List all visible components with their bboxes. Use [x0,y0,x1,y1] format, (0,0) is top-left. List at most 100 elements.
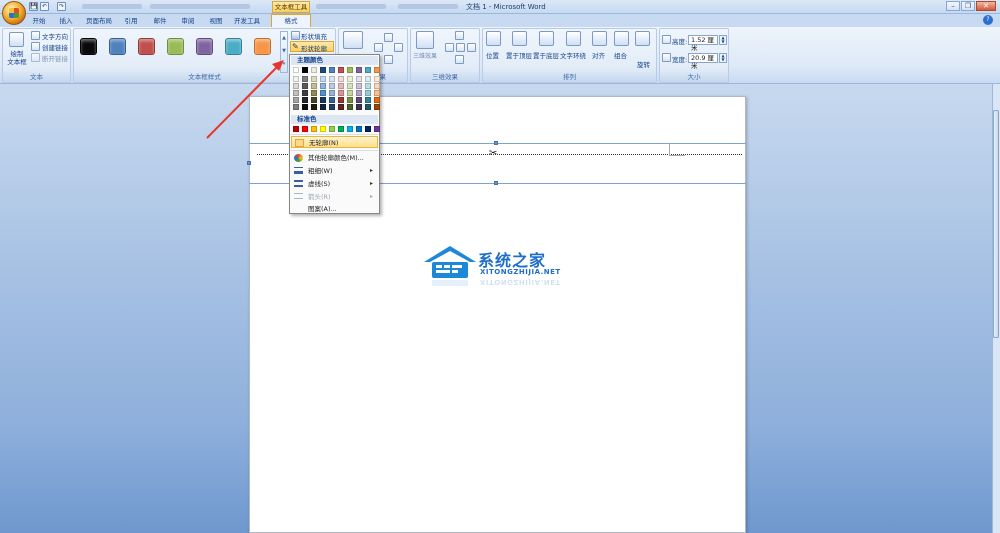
group-icon[interactable] [614,31,629,46]
theme-shade-cell[interactable] [338,83,344,89]
theme-color-cell[interactable] [374,67,380,73]
theme-shade-cell[interactable] [320,104,326,110]
theme-shade-cell[interactable] [320,90,326,96]
theme-shade-cell[interactable] [374,97,380,103]
3d-toggle-icon[interactable] [456,43,465,52]
theme-shade-cell[interactable] [320,97,326,103]
tab-view[interactable]: 视图 [205,15,227,27]
theme-shade-cell[interactable] [356,104,362,110]
theme-shade-cell[interactable] [365,76,371,82]
draw-textbox-icon[interactable] [9,32,24,47]
dashes-item[interactable]: 虚线(S) ▸ [291,178,378,190]
standard-color-cell[interactable] [320,126,326,132]
theme-shade-cell[interactable] [374,76,380,82]
theme-shade-cell[interactable] [293,104,299,110]
style-swatch[interactable] [196,38,213,55]
standard-color-cell[interactable] [347,126,353,132]
theme-shade-cell[interactable] [293,97,299,103]
standard-color-cell[interactable] [365,126,371,132]
theme-shade-cell[interactable] [365,97,371,103]
undo-icon[interactable]: ↶ [40,2,49,11]
more-outline-colors-item[interactable]: 其他轮廓颜色(M)... [291,152,378,164]
style-swatch[interactable] [138,38,155,55]
theme-shade-cell[interactable] [329,83,335,89]
no-outline-item[interactable]: 无轮廓(N) [291,136,378,148]
theme-color-cell[interactable] [329,67,335,73]
shadow-effects-icon[interactable] [343,31,363,49]
tab-format[interactable]: 格式 [271,14,311,28]
nudge-shadow-down-icon[interactable] [384,55,393,64]
tab-references[interactable]: 引用 [120,15,142,27]
nudge-shadow-right-icon[interactable] [394,43,403,52]
create-link-button[interactable]: 创建链接 [42,42,68,52]
tilt-down-icon[interactable] [455,55,464,64]
theme-shade-cell[interactable] [347,97,353,103]
style-gallery-scroll[interactable]: ▲ ▼ ▾ [280,31,288,73]
style-swatch[interactable] [254,38,271,55]
standard-color-cell[interactable] [311,126,317,132]
width-spinner[interactable]: ▲ ▼ [719,53,727,63]
style-swatch[interactable] [167,38,184,55]
style-swatch[interactable] [80,38,97,55]
text-wrapping-icon[interactable] [566,31,581,46]
theme-shade-cell[interactable] [356,97,362,103]
weight-item[interactable]: 粗细(W) ▸ [291,165,378,177]
standard-color-cell[interactable] [329,126,335,132]
3d-effects-button[interactable]: 三维效果 [413,51,437,60]
redo-icon[interactable]: ↷ [57,2,66,11]
resize-handle-left[interactable] [247,161,251,165]
theme-color-cell[interactable] [347,67,353,73]
theme-color-cell[interactable] [365,67,371,73]
theme-shade-cell[interactable] [338,104,344,110]
tilt-left-icon[interactable] [445,43,454,52]
height-input[interactable]: 1.52 厘米 [688,35,718,52]
scrollbar-thumb[interactable] [993,110,999,338]
tab-review[interactable]: 审阅 [177,15,199,27]
restore-button[interactable]: ❐ [961,1,975,11]
theme-shade-cell[interactable] [302,97,308,103]
align-button[interactable]: 对齐 [592,50,605,60]
theme-shade-cell[interactable] [320,76,326,82]
theme-shade-cell[interactable] [311,97,317,103]
group-button[interactable]: 组合 [614,50,627,60]
standard-color-cell[interactable] [293,126,299,132]
theme-shade-cell[interactable] [329,104,335,110]
theme-shade-cell[interactable] [320,83,326,89]
position-icon[interactable] [486,31,501,46]
position-button[interactable]: 位置 [486,50,499,60]
office-button[interactable] [2,1,26,25]
theme-shade-cell[interactable] [293,76,299,82]
draw-textbox-button[interactable]: 绘制 文本框 [5,50,29,66]
theme-shade-cell[interactable] [311,90,317,96]
theme-shade-cell[interactable] [365,90,371,96]
style-swatch[interactable] [109,38,126,55]
theme-color-cell[interactable] [338,67,344,73]
text-direction-button[interactable]: 文字方向 [42,31,68,41]
shape-outline-button[interactable]: 形状轮廓 [301,43,327,53]
theme-shade-cell[interactable] [302,104,308,110]
tilt-right-icon[interactable] [467,43,476,52]
theme-shade-cell[interactable] [302,83,308,89]
tab-home[interactable]: 开始 [28,15,50,27]
resize-handle-top[interactable] [494,141,498,145]
theme-shade-cell[interactable] [302,76,308,82]
theme-shade-cell[interactable] [338,97,344,103]
tab-page-layout[interactable]: 页面布局 [84,15,114,27]
theme-shade-cell[interactable] [356,83,362,89]
3d-effects-icon[interactable] [416,31,434,49]
send-to-back-button[interactable]: 置于底层 [533,50,559,60]
shape-fill-icon[interactable] [291,31,300,40]
nudge-shadow-up-icon[interactable] [384,33,393,42]
style-swatch[interactable] [225,38,242,55]
pattern-item[interactable]: 图案(A)... [291,204,378,214]
theme-shade-cell[interactable] [347,83,353,89]
theme-shade-cell[interactable] [329,97,335,103]
send-to-back-icon[interactable] [539,31,554,46]
width-input[interactable]: 20.9 厘米 [688,53,718,70]
text-direction-icon[interactable] [31,31,40,40]
theme-shade-cell[interactable] [311,83,317,89]
save-icon[interactable]: 💾 [29,2,38,11]
theme-shade-cell[interactable] [356,90,362,96]
tilt-up-icon[interactable] [455,31,464,40]
theme-shade-cell[interactable] [374,104,380,110]
